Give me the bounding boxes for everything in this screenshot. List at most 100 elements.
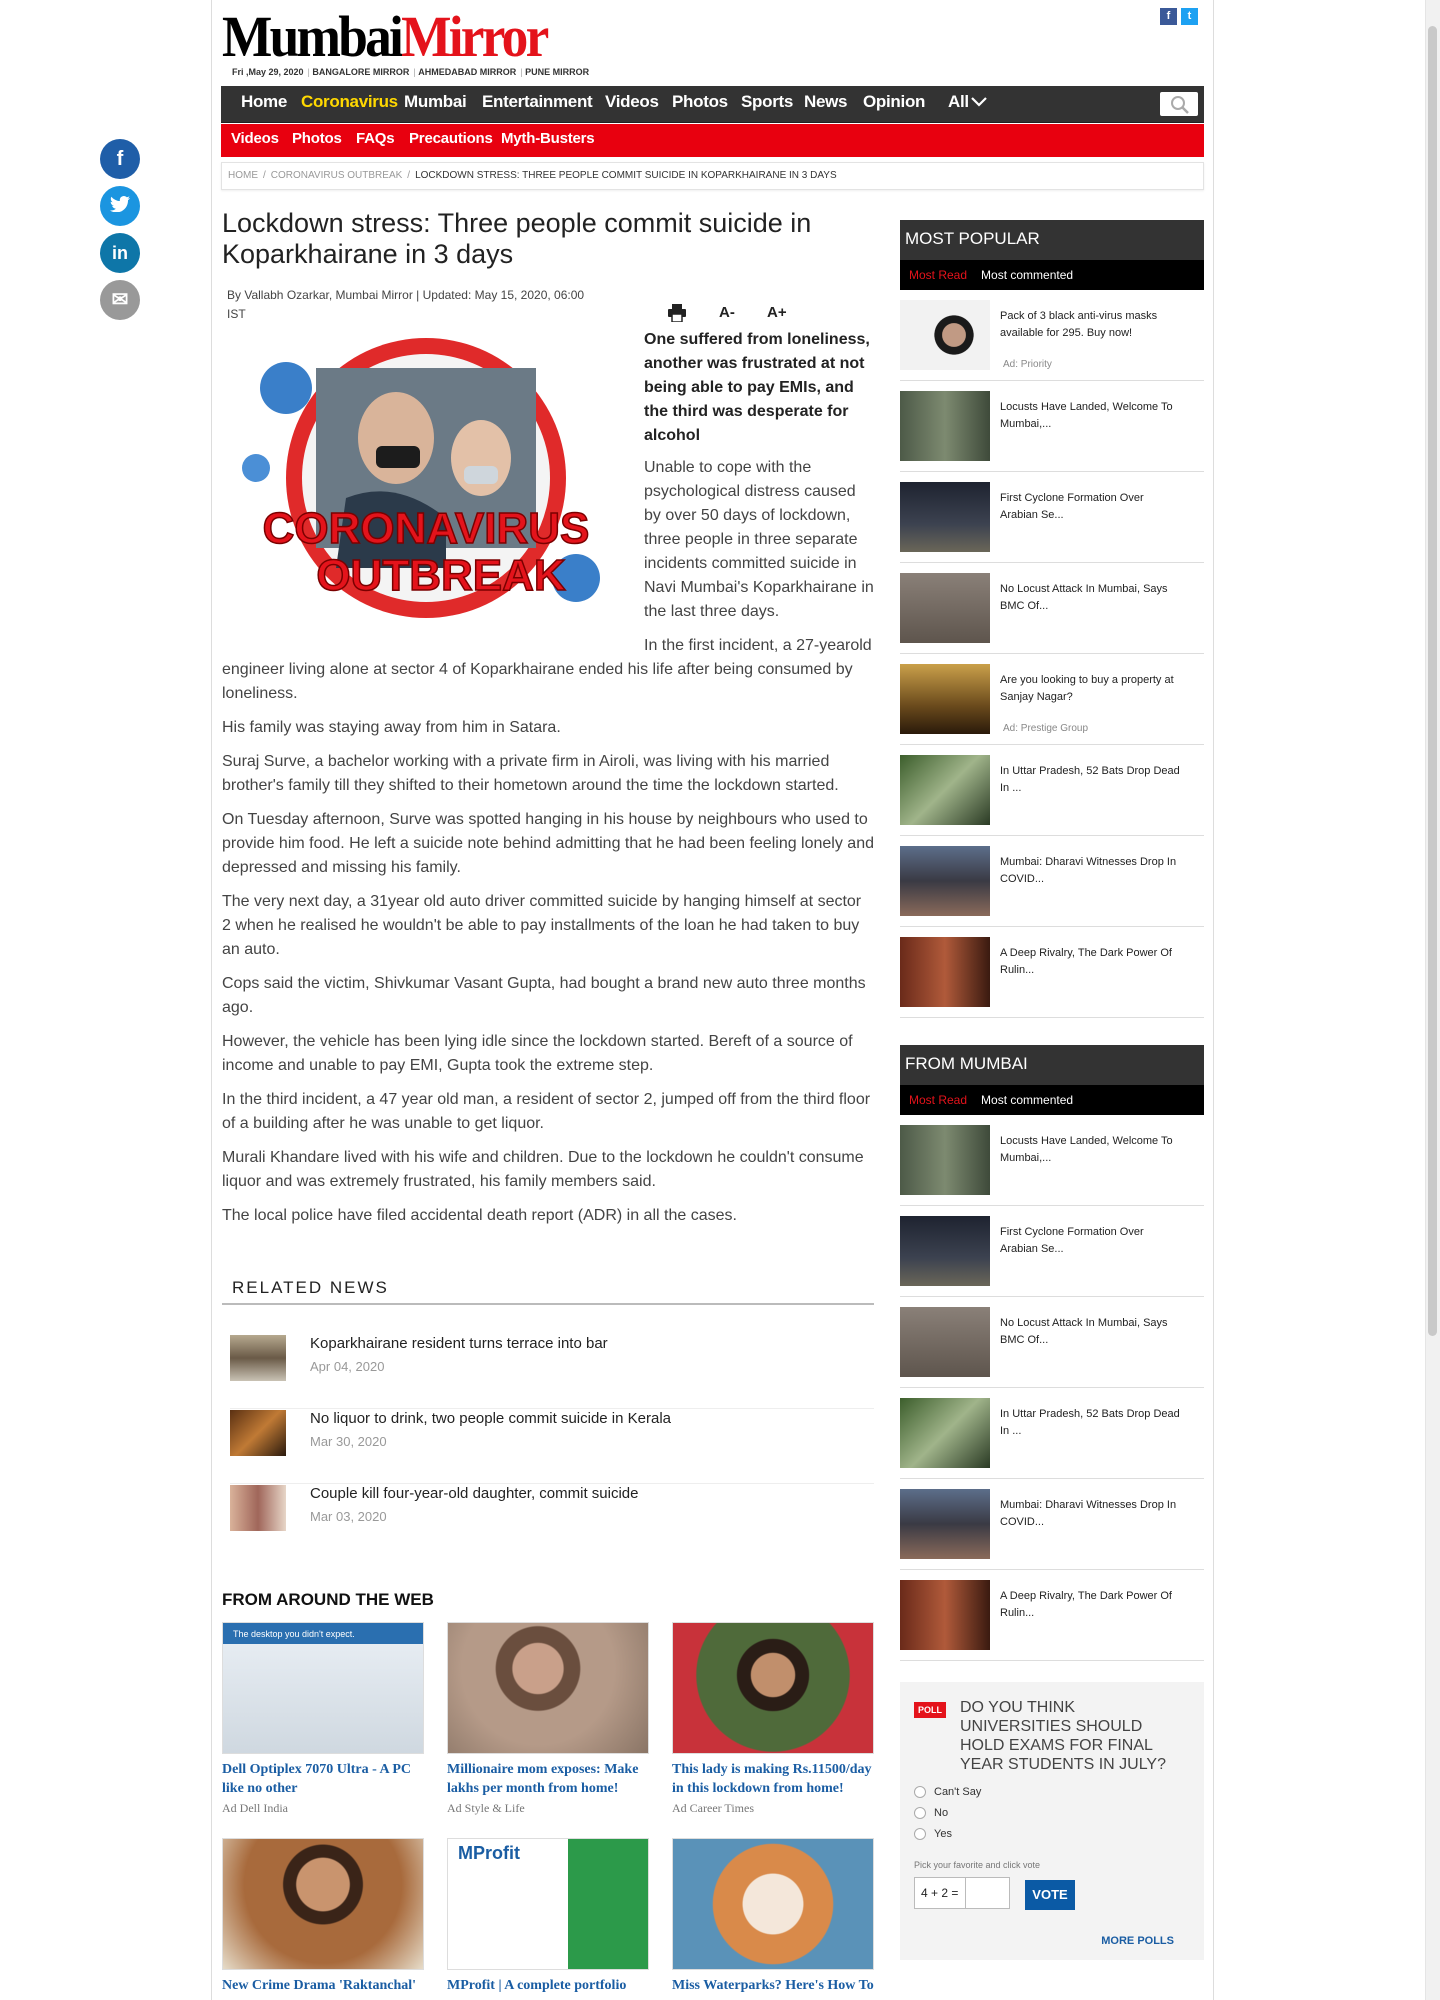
sidebar-item[interactable]: In Uttar Pradesh, 52 Bats Drop Dead In .…	[900, 1388, 1204, 1479]
tab-most-commented[interactable]: Most commented	[981, 268, 1073, 282]
article-paragraph: In the third incident, a 47 year old man…	[222, 1091, 871, 1132]
edition-link-pune[interactable]: PUNE MIRROR	[520, 67, 589, 77]
poll-instruction: Pick your favorite and click vote	[914, 1860, 1041, 1870]
nav-videos[interactable]: Videos	[605, 92, 659, 112]
related-news-item[interactable]: Couple kill four-year-old daughter, comm…	[230, 1485, 874, 1559]
nav-mumbai[interactable]: Mumbai	[404, 92, 467, 112]
sidebar-item[interactable]: A Deep Rivalry, The Dark Power Of Rulin.…	[900, 1570, 1204, 1661]
sponsored-card[interactable]: The desktop you didn't expect. Dell Optip…	[222, 1622, 424, 1816]
edition-link-bangalore[interactable]: BANGALORE MIRROR	[308, 67, 409, 77]
header-twitter-icon[interactable]: t	[1181, 8, 1198, 25]
sponsored-card[interactable]: New Crime Drama 'Raktanchal'	[222, 1838, 424, 1995]
sidebar-item[interactable]: First Cyclone Formation Over Arabian Se.…	[900, 472, 1204, 563]
sidebar-item[interactable]: No Locust Attack In Mumbai, Says BMC Of.…	[900, 563, 1204, 654]
sidebar-item[interactable]: Locusts Have Landed, Welcome To Mumbai,.…	[900, 381, 1204, 472]
sidebar-title[interactable]: A Deep Rivalry, The Dark Power Of Rulin.…	[1000, 1588, 1180, 1622]
nav-all-label: All	[948, 92, 969, 111]
sidebar-title[interactable]: First Cyclone Formation Over Arabian Se.…	[1000, 490, 1180, 524]
font-decrease-button[interactable]: A-	[719, 304, 735, 321]
scrollbar-thumb[interactable]	[1428, 26, 1437, 1336]
sidebar-ad-item[interactable]: Are you looking to buy a property at San…	[900, 654, 1204, 745]
search-button[interactable]	[1160, 92, 1198, 116]
sponsored-card[interactable]: Millionaire mom exposes: Make lakhs per …	[447, 1622, 649, 1816]
radio-icon[interactable]	[914, 1828, 926, 1840]
sidebar-title[interactable]: No Locust Attack In Mumbai, Says BMC Of.…	[1000, 581, 1180, 615]
breadcrumb-home[interactable]: HOME	[228, 170, 258, 182]
sponsored-title[interactable]: New Crime Drama 'Raktanchal'	[222, 1976, 424, 1995]
sponsored-card[interactable]: MProfit MProfit | A complete portfolio	[447, 1838, 649, 1995]
page-scrollbar[interactable]	[1425, 0, 1440, 2000]
subnav-faqs[interactable]: FAQs	[356, 130, 395, 147]
sidebar-title[interactable]: Mumbai: Dharavi Witnesses Drop In COVID.…	[1000, 1497, 1180, 1531]
nav-coronavirus[interactable]: Coronavirus	[301, 92, 398, 112]
sidebar-item[interactable]: Mumbai: Dharavi Witnesses Drop In COVID.…	[900, 1479, 1204, 1570]
sidebar-item[interactable]: No Locust Attack In Mumbai, Says BMC Of.…	[900, 1297, 1204, 1388]
sidebar-title[interactable]: Pack of 3 black anti-virus masks availab…	[1000, 308, 1180, 342]
subnav-photos[interactable]: Photos	[292, 130, 342, 147]
sponsored-title[interactable]: This lady is making Rs.11500/day in this…	[672, 1760, 874, 1798]
sidebar-item[interactable]: Locusts Have Landed, Welcome To Mumbai,.…	[900, 1115, 1204, 1206]
sidebar-item[interactable]: In Uttar Pradesh, 52 Bats Drop Dead In .…	[900, 745, 1204, 836]
share-facebook-button[interactable]: f	[100, 139, 140, 179]
poll-option[interactable]: Yes	[914, 1828, 952, 1840]
share-email-button[interactable]: ✉	[100, 280, 140, 320]
edition-link-ahmedabad[interactable]: AHMEDABAD MIRROR	[413, 67, 516, 77]
sponsored-title[interactable]: Dell Optiplex 7070 Ultra - A PC like no …	[222, 1760, 424, 1798]
sidebar-item[interactable]: First Cyclone Formation Over Arabian Se.…	[900, 1206, 1204, 1297]
breadcrumb-section[interactable]: CORONAVIRUS OUTBREAK	[271, 170, 403, 182]
font-increase-button[interactable]: A+	[767, 304, 787, 321]
sidebar-title[interactable]: First Cyclone Formation Over Arabian Se.…	[1000, 1224, 1180, 1258]
sidebar-item[interactable]: Mumbai: Dharavi Witnesses Drop In COVID.…	[900, 836, 1204, 927]
share-linkedin-button[interactable]: in	[100, 233, 140, 273]
sponsored-card[interactable]: This lady is making Rs.11500/day in this…	[672, 1622, 874, 1816]
subnav-precautions[interactable]: Precautions	[409, 130, 493, 147]
nav-home[interactable]: Home	[241, 92, 287, 112]
sidebar-title[interactable]: Locusts Have Landed, Welcome To Mumbai,.…	[1000, 399, 1180, 433]
sidebar-title[interactable]: No Locust Attack In Mumbai, Says BMC Of.…	[1000, 1315, 1180, 1349]
subnav-videos[interactable]: Videos	[231, 130, 279, 147]
related-title[interactable]: Couple kill four-year-old daughter, comm…	[310, 1485, 638, 1502]
related-title[interactable]: Koparkhairane resident turns terrace int…	[310, 1335, 608, 1352]
header-facebook-icon[interactable]: f	[1160, 8, 1177, 25]
sidebar-title[interactable]: Mumbai: Dharavi Witnesses Drop In COVID.…	[1000, 854, 1180, 888]
subnav-myth-busters[interactable]: Myth-Busters	[501, 130, 595, 147]
vote-button[interactable]: VOTE	[1025, 1880, 1075, 1910]
radio-icon[interactable]	[914, 1807, 926, 1819]
article-paragraph: His family was staying away from him in …	[222, 719, 561, 736]
more-polls-link[interactable]: MORE POLLS	[1101, 1935, 1174, 1947]
page: f in ✉ MumbaiMirror Fri ,May 29, 2020 BA…	[0, 0, 1440, 2000]
sidebar-title[interactable]: Are you looking to buy a property at San…	[1000, 672, 1180, 706]
sidebar-item[interactable]: A Deep Rivalry, The Dark Power Of Rulin.…	[900, 927, 1204, 1018]
related-news-item[interactable]: No liquor to drink, two people commit su…	[230, 1410, 874, 1484]
poll-option[interactable]: Can't Say	[914, 1786, 981, 1798]
share-twitter-button[interactable]	[100, 186, 140, 226]
sidebar-title[interactable]: A Deep Rivalry, The Dark Power Of Rulin.…	[1000, 945, 1180, 979]
nav-sports[interactable]: Sports	[741, 92, 793, 112]
tab-most-read[interactable]: Most Read	[909, 1093, 967, 1107]
related-news-item[interactable]: Koparkhairane resident turns terrace int…	[230, 1335, 874, 1409]
article-paragraph: On Tuesday afternoon, Surve was spotted …	[222, 811, 874, 876]
sidebar-title[interactable]: In Uttar Pradesh, 52 Bats Drop Dead In .…	[1000, 763, 1180, 797]
related-thumb	[230, 1335, 286, 1381]
poll-option[interactable]: No	[914, 1807, 948, 1819]
radio-icon[interactable]	[914, 1786, 926, 1798]
nav-news[interactable]: News	[804, 92, 848, 112]
related-title[interactable]: No liquor to drink, two people commit su…	[310, 1410, 671, 1427]
print-icon[interactable]	[667, 304, 687, 326]
nav-all[interactable]: All	[948, 92, 987, 112]
sidebar-title[interactable]: Locusts Have Landed, Welcome To Mumbai,.…	[1000, 1133, 1180, 1167]
nav-photos[interactable]: Photos	[672, 92, 728, 112]
nav-entertainment[interactable]: Entertainment	[482, 92, 593, 112]
sponsored-title[interactable]: MProfit | A complete portfolio	[447, 1976, 649, 1995]
sponsored-title[interactable]: Millionaire mom exposes: Make lakhs per …	[447, 1760, 649, 1798]
sponsored-card[interactable]: Miss Waterparks? Here's How To	[672, 1838, 874, 1995]
site-logo[interactable]: MumbaiMirror	[222, 8, 549, 66]
captcha-input[interactable]	[965, 1878, 1009, 1908]
tab-most-commented[interactable]: Most commented	[981, 1093, 1073, 1107]
sidebar-ad-item[interactable]: Pack of 3 black anti-virus masks availab…	[900, 290, 1204, 381]
mprofit-logo: MProfit	[458, 1843, 520, 1863]
sidebar-title[interactable]: In Uttar Pradesh, 52 Bats Drop Dead In .…	[1000, 1406, 1180, 1440]
sponsored-title[interactable]: Miss Waterparks? Here's How To	[672, 1976, 874, 1995]
nav-opinion[interactable]: Opinion	[863, 92, 925, 112]
tab-most-read[interactable]: Most Read	[909, 268, 967, 282]
